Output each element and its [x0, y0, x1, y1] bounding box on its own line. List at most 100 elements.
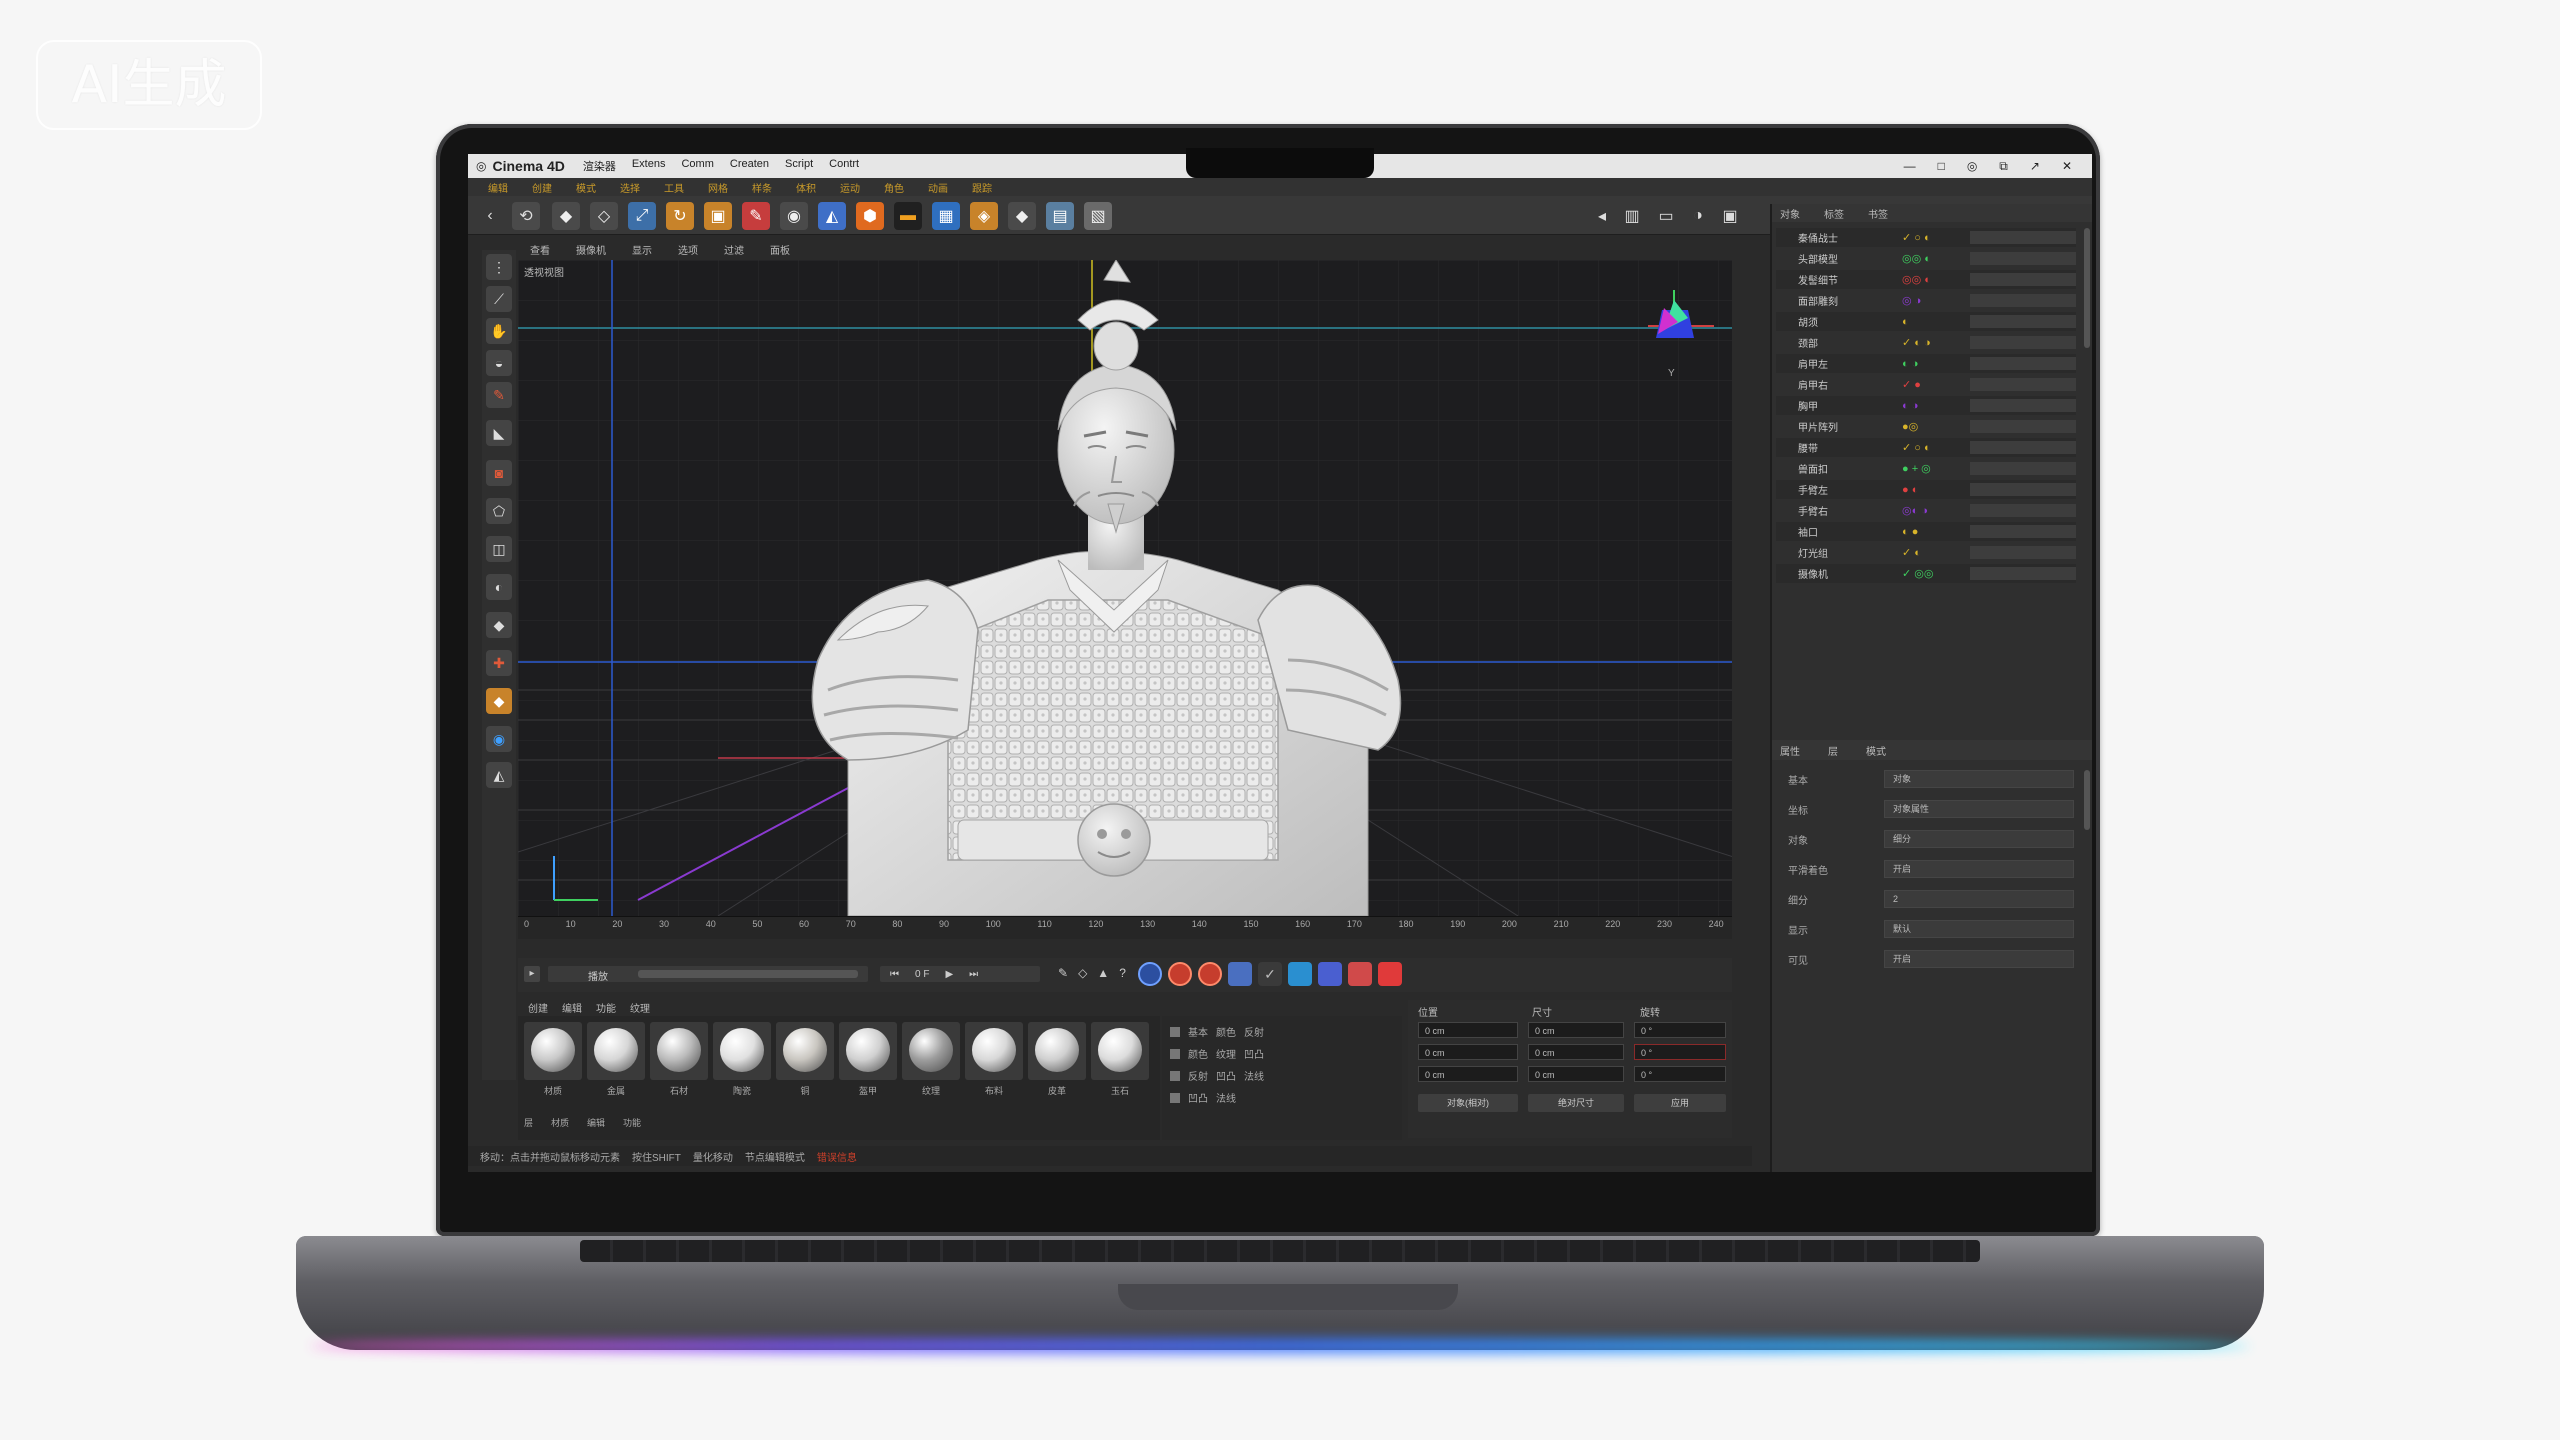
absolute-size-dropdown[interactable]: 绝对尺寸: [1528, 1094, 1624, 1112]
object-tags[interactable]: ● + ◎: [1902, 462, 1962, 475]
object-tags[interactable]: ◐ ●: [1902, 526, 1962, 538]
knife-icon[interactable]: ◣: [486, 420, 512, 446]
menu-item[interactable]: 模式: [576, 180, 596, 195]
material-thumbnail[interactable]: [839, 1022, 897, 1080]
attr-header-item[interactable]: 属性: [1780, 743, 1800, 758]
panels-icon[interactable]: ▭: [1652, 202, 1680, 230]
menu-item[interactable]: 渲染器: [583, 158, 616, 174]
object-tags[interactable]: ◐ ◑: [1902, 358, 1962, 370]
attribute-field[interactable]: 2: [1884, 890, 2074, 908]
object-row[interactable]: 胸甲 ◐ ◑: [1776, 396, 2076, 415]
attribute-field[interactable]: 开启: [1884, 860, 2074, 878]
filter-icon[interactable]: ▸: [524, 966, 540, 982]
menu-item[interactable]: 跟踪: [972, 180, 992, 195]
size-x-field[interactable]: 0 cm: [1528, 1022, 1624, 1038]
object-tags[interactable]: ✓ ○ ◐: [1902, 231, 1962, 244]
object-row[interactable]: 摄像机 ✓ ◎◎: [1776, 564, 2076, 583]
points-mode-icon[interactable]: ⋮: [486, 254, 512, 280]
playback-field[interactable]: 播放: [548, 966, 868, 983]
minimize-icon[interactable]: —: [1904, 159, 1916, 173]
object-row[interactable]: 颈部 ✓ ◐ ◑: [1776, 333, 2076, 352]
menu-item[interactable]: Extens: [632, 158, 666, 174]
apply-button[interactable]: 应用: [1634, 1094, 1726, 1112]
material-thumbnail[interactable]: [713, 1022, 771, 1080]
menu-item[interactable]: 工具: [664, 180, 684, 195]
attr-header-item[interactable]: 层: [1828, 743, 1838, 758]
scale-icon[interactable]: ⤢: [628, 202, 656, 230]
workplane-icon[interactable]: ◭: [486, 762, 512, 788]
object-row[interactable]: 灯光组 ✓ ◐: [1776, 543, 2076, 562]
viewport-menu-item[interactable]: 摄像机: [576, 242, 606, 257]
motion-icon[interactable]: [1318, 962, 1342, 986]
frame-field[interactable]: 0 F: [915, 969, 929, 980]
check-icon[interactable]: ✓: [1258, 962, 1282, 986]
material-menu-item[interactable]: 创建: [528, 1000, 548, 1015]
restore-icon[interactable]: ⧉: [1999, 159, 2008, 174]
attribute-field[interactable]: 对象属性: [1884, 800, 2074, 818]
menu-item[interactable]: 动画: [928, 180, 948, 195]
light-icon[interactable]: ▦: [932, 202, 960, 230]
record-rotation-icon[interactable]: [1168, 962, 1192, 986]
material-footer-item[interactable]: 材质: [551, 1116, 569, 1129]
material-attr-row[interactable]: 反射 凹凸 法线: [1170, 1068, 1264, 1083]
object-tags[interactable]: ◐: [1902, 316, 1962, 328]
render-to-picture-viewer-icon[interactable]: [1378, 962, 1402, 986]
material-attr-row[interactable]: 凹凸 法线: [1170, 1090, 1244, 1105]
record-position-icon[interactable]: [1138, 962, 1162, 986]
undo-icon[interactable]: ⟲: [512, 202, 540, 230]
object-tags[interactable]: ● ◐: [1902, 484, 1962, 496]
play-icon[interactable]: ▶: [945, 969, 953, 980]
tag-icon[interactable]: ◈: [970, 202, 998, 230]
render-view-icon[interactable]: ▤: [1046, 202, 1074, 230]
paint-icon[interactable]: ✎: [486, 382, 512, 408]
object-row[interactable]: 秦俑战士 ✓ ○ ◐: [1776, 228, 2076, 247]
pos-z-field[interactable]: 0 cm: [1418, 1066, 1518, 1082]
sculpt-icon[interactable]: ◐: [486, 574, 512, 600]
object-tags[interactable]: ●◎: [1902, 420, 1962, 433]
menu-item[interactable]: 体积: [796, 180, 816, 195]
attribute-field[interactable]: 对象: [1884, 770, 2074, 788]
attribute-field[interactable]: 开启: [1884, 950, 2074, 968]
object-row[interactable]: 腰带 ✓ ○ ◐: [1776, 438, 2076, 457]
om-header-item[interactable]: 对象: [1780, 206, 1800, 221]
menu-item[interactable]: Script: [785, 158, 813, 174]
om-header-item[interactable]: 标签: [1824, 206, 1844, 221]
object-tags[interactable]: ◎◎ ◐: [1902, 252, 1962, 265]
object-row[interactable]: 面部雕刻 ◎ ◑: [1776, 291, 2076, 310]
polygons-mode-icon[interactable]: ✋: [486, 318, 512, 344]
object-row[interactable]: 兽面扣 ● + ◎: [1776, 459, 2076, 478]
autokey-icon[interactable]: ▲: [1097, 966, 1109, 980]
first-frame-icon[interactable]: ⏮: [890, 969, 899, 980]
object-tags[interactable]: ✓ ◐ ◑: [1902, 336, 1962, 349]
object-tags[interactable]: ◎ ◑: [1902, 294, 1962, 307]
menu-item[interactable]: 创建: [532, 180, 552, 195]
environment-icon[interactable]: ⬢: [856, 202, 884, 230]
object-row[interactable]: 手臂右 ◎◐ ◑: [1776, 501, 2076, 520]
settings-icon[interactable]: ◎: [1967, 159, 1977, 173]
playback-slider[interactable]: [638, 970, 858, 978]
material-menu-item[interactable]: 编辑: [562, 1000, 582, 1015]
material-thumbnail[interactable]: [524, 1022, 582, 1080]
cube-icon[interactable]: ▣: [704, 202, 732, 230]
nurbs-icon[interactable]: ◉: [780, 202, 808, 230]
edges-mode-icon[interactable]: ⟋: [486, 286, 512, 312]
object-tags[interactable]: ✓ ◎◎: [1902, 567, 1962, 580]
last-frame-icon[interactable]: ⏭: [969, 969, 978, 980]
render-region-icon[interactable]: ◆: [1008, 202, 1036, 230]
rot-b-field[interactable]: 0 °: [1634, 1066, 1726, 1082]
layout-icon[interactable]: ▥: [1618, 202, 1646, 230]
axis-icon[interactable]: ◉: [486, 726, 512, 752]
material-attr-row[interactable]: 基本 颜色 反射: [1170, 1024, 1264, 1039]
brush-icon[interactable]: ◒: [486, 350, 512, 376]
menu-item[interactable]: 样条: [752, 180, 772, 195]
attr-header-item[interactable]: 模式: [1866, 743, 1886, 758]
object-row[interactable]: 肩甲左 ◐ ◑: [1776, 354, 2076, 373]
material-thumbnail[interactable]: [1028, 1022, 1086, 1080]
object-row[interactable]: 头部模型 ◎◎ ◐: [1776, 249, 2076, 268]
snap-icon[interactable]: ◑: [1684, 202, 1712, 230]
camera-icon[interactable]: ▬: [894, 202, 922, 230]
attribute-field[interactable]: 默认: [1884, 920, 2074, 938]
move-icon[interactable]: ◇: [590, 202, 618, 230]
key-icon[interactable]: ✎: [1058, 966, 1068, 980]
3d-viewport[interactable]: Y 透视视图: [518, 260, 1732, 916]
